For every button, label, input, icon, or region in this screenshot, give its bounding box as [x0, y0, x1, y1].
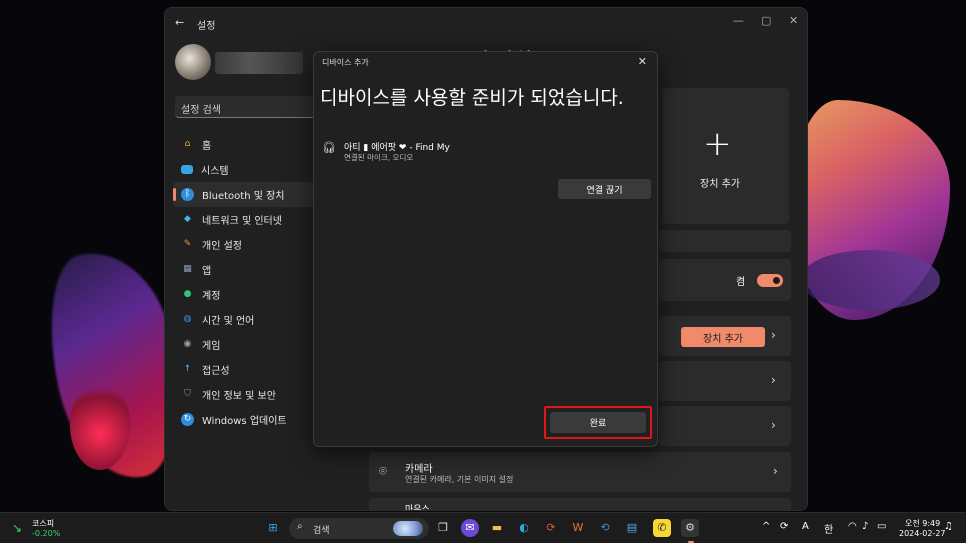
settings-row[interactable]: › [659, 361, 791, 401]
sidebar-item-label: 개인 정보 및 보안 [202, 391, 276, 402]
sidebar-item-label: 홈 [202, 141, 212, 152]
accessibility-icon: ☨ [185, 364, 190, 374]
settings-gear-icon[interactable]: ⚙ [681, 519, 699, 537]
start-icon[interactable]: ⊞ [264, 519, 282, 537]
system-icon [181, 165, 193, 174]
notepad-icon[interactable]: ▤ [623, 519, 641, 537]
volume-icon[interactable]: ♪ [862, 521, 868, 532]
sidebar-item-label: 네트워크 및 인터넷 [202, 216, 282, 227]
chevron-right-icon: › [771, 373, 776, 387]
window-title: 설정 [197, 21, 216, 32]
bluetooth-icon: ᛒ [181, 188, 194, 201]
avatar[interactable] [175, 44, 211, 80]
add-device-dialog: 디바이스 추가 ✕ 디바이스를 사용할 준비가 되었습니다. 🎧︎ 아티 ▮ 에… [313, 51, 658, 447]
device-status: 연결된 마이크, 오디오 [344, 153, 414, 162]
back-button[interactable]: ← [175, 16, 184, 29]
chevron-right-icon[interactable]: › [771, 328, 776, 342]
notification-bell-icon[interactable]: ♫ [944, 521, 953, 532]
sidebar-item-label: 게임 [202, 341, 221, 352]
camera-row[interactable]: ⌾ 카메라 연결된 카메라, 기본 이미지 설정 › [369, 452, 791, 492]
maximize-button[interactable]: ▢ [761, 14, 771, 27]
minimize-button[interactable]: — [733, 14, 744, 27]
dialog-heading: 디바이스를 사용할 준비가 되었습니다. [320, 87, 624, 109]
sidebar-item-label: 접근성 [202, 366, 230, 377]
edge-icon[interactable]: ◐ [515, 519, 533, 537]
add-device-button[interactable]: 장치 추가 [681, 327, 765, 347]
sidebar-item-label: 개인 설정 [202, 241, 242, 252]
toggle-state-label: 켬 [736, 277, 746, 288]
wallpaper-band-right [800, 250, 940, 310]
account-icon: ● [183, 289, 192, 299]
stock-name[interactable]: 코스피 [32, 518, 54, 529]
disconnect-button[interactable]: 연결 끊기 [558, 179, 651, 199]
bluetooth-toggle-row: 켬 [659, 259, 791, 301]
camera-title: 카메라 [405, 464, 433, 475]
clock-time[interactable]: 오전 9:49 [905, 518, 940, 529]
network-icon: ◆ [184, 214, 191, 224]
sidebar-item-label: 앱 [202, 266, 212, 277]
gamepad-icon: ◉ [183, 339, 192, 349]
refresh-app-icon[interactable]: ⟲ [596, 519, 614, 537]
taskbar: ↘ 코스피 -0.20% ⊞ ⌕ 검색 ❐ ✉ ▬ ◐ ⟳ W ⟲ ▤ ✆ ⚙ … [0, 512, 966, 543]
stock-value[interactable]: -0.20% [32, 529, 60, 538]
ime-korean-indicator[interactable]: 한 [824, 521, 833, 536]
tray-chevron-icon[interactable]: ^ [762, 521, 770, 532]
clock-date[interactable]: 2024-02-27 [899, 529, 946, 538]
chat-icon[interactable]: ✉ [461, 519, 479, 537]
chevron-right-icon: › [773, 464, 778, 478]
sync-app-icon[interactable]: ⟳ [542, 519, 560, 537]
task-view-icon[interactable]: ❐ [434, 519, 452, 537]
camera-subtitle: 연결된 카메라, 기본 이미지 설정 [405, 475, 514, 484]
chevron-right-icon: › [771, 418, 776, 432]
devices-row: 장치 추가 › [659, 316, 791, 356]
sidebar-item-label: 시스템 [201, 166, 229, 177]
sidebar-item-label: Windows 업데이트 [202, 416, 287, 427]
battery-icon[interactable]: ▭ [877, 521, 886, 532]
bluetooth-toggle[interactable] [757, 274, 783, 287]
search-highlight-image [393, 521, 423, 536]
app-w-icon[interactable]: W [569, 519, 587, 537]
apps-icon: ▦ [183, 264, 192, 274]
mouse-title: 마우스 [405, 505, 430, 511]
search-label: 검색 [313, 526, 330, 536]
done-button[interactable]: 완료 [550, 412, 646, 433]
globe-icon: ◍ [183, 314, 192, 324]
file-explorer-icon[interactable]: ▬ [488, 519, 506, 537]
sidebar-item-label: 시간 및 언어 [202, 316, 255, 327]
dialog-title: 디바이스 추가 [322, 58, 369, 67]
update-icon: ↻ [181, 413, 194, 426]
plus-icon: + [703, 124, 732, 164]
sidebar-item-label: Bluetooth 및 장치 [202, 191, 285, 202]
sync-status-icon[interactable]: ⟳ [780, 521, 788, 532]
brush-icon: ✎ [183, 239, 192, 249]
shield-icon: ⛉ [184, 389, 191, 399]
stock-trend-icon[interactable]: ↘ [12, 521, 22, 535]
search-placeholder: 설정 검색 [181, 105, 221, 116]
device-row-partial [659, 230, 791, 252]
add-device-card[interactable]: + 장치 추가 [663, 88, 789, 224]
wifi-icon[interactable]: ◠ [848, 521, 857, 532]
home-icon: ⌂ [184, 139, 191, 149]
camera-icon: ⌾ [379, 464, 387, 479]
headphones-icon: 🎧︎ [322, 141, 336, 154]
search-icon: ⌕ [297, 521, 303, 532]
mouse-row-partial[interactable]: 마우스 [369, 498, 791, 511]
dialog-close-button[interactable]: ✕ [638, 55, 647, 68]
sidebar-item-label: 계정 [202, 291, 221, 302]
ime-english-indicator[interactable]: A [802, 521, 809, 532]
kakaotalk-icon[interactable]: ✆ [653, 519, 671, 537]
close-button[interactable]: ✕ [789, 14, 798, 27]
title-bar: ← 설정 — ▢ ✕ [165, 8, 807, 38]
settings-row[interactable]: › [659, 406, 791, 446]
wallpaper-glow-left [70, 380, 130, 470]
account-name-redacted [215, 52, 303, 74]
add-device-card-label: 장치 추가 [700, 179, 740, 190]
taskbar-search[interactable]: ⌕ 검색 [289, 518, 429, 539]
